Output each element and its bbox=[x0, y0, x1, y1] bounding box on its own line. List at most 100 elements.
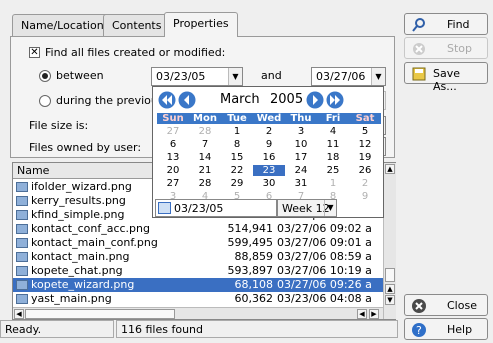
calendar-day[interactable]: 10 bbox=[285, 139, 317, 150]
save-as-button[interactable]: Save As... bbox=[404, 62, 488, 93]
date-field-value: 03/23/05 bbox=[174, 202, 224, 215]
chevron-down-icon[interactable]: ▼ bbox=[228, 68, 242, 85]
day-header: Mon bbox=[189, 113, 221, 124]
table-row[interactable]: kontact_main_conf.png 599,495 03/27/06 09:… bbox=[13, 236, 383, 250]
calendar-month[interactable]: March bbox=[220, 92, 260, 107]
calendar-day[interactable]: 24 bbox=[285, 165, 317, 176]
calendar-day[interactable]: 28 bbox=[189, 126, 221, 137]
next-month-icon[interactable] bbox=[306, 91, 324, 109]
chevron-down-icon[interactable]: ▼ bbox=[324, 200, 336, 216]
date-from-combo[interactable]: 03/23/05 ▼ bbox=[151, 67, 243, 86]
calendar-day[interactable]: 27 bbox=[157, 178, 189, 189]
scroll-left-icon[interactable]: ◀ bbox=[357, 309, 367, 319]
tab-label: Contents bbox=[112, 19, 162, 32]
help-button[interactable]: ? Help bbox=[404, 318, 488, 340]
date-to-value: 03/27/06 bbox=[316, 70, 366, 83]
next-year-icon[interactable] bbox=[326, 91, 344, 109]
calendar-day[interactable]: 8 bbox=[221, 139, 253, 150]
date-field[interactable]: 03/23/05 bbox=[155, 199, 277, 217]
calendar-day[interactable]: 19 bbox=[349, 152, 381, 163]
calendar-day[interactable]: 14 bbox=[189, 152, 221, 163]
between-radio[interactable] bbox=[39, 70, 51, 82]
image-file-icon bbox=[16, 224, 28, 234]
date-to-combo[interactable]: 03/27/06 ▼ bbox=[311, 67, 386, 86]
find-icon bbox=[412, 18, 425, 32]
file-size-label: File size is: bbox=[29, 119, 89, 132]
table-row[interactable]: kontact_main.png 88,859 03/27/06 08:59 a bbox=[13, 250, 383, 264]
calendar-day[interactable]: 1 bbox=[221, 126, 253, 137]
vertical-scrollbar[interactable]: ▲ ▲ ▼ bbox=[383, 163, 396, 319]
calendar-day[interactable]: 2 bbox=[253, 126, 285, 137]
calendar-day[interactable]: 11 bbox=[317, 139, 349, 150]
calendar-day[interactable]: 12 bbox=[349, 139, 381, 150]
table-row[interactable]: kopete_wizard.png 68,108 03/27/06 09:26 a bbox=[13, 278, 383, 292]
calendar-day[interactable]: 2 bbox=[349, 178, 381, 189]
scroll-up-icon[interactable]: ▲ bbox=[385, 164, 395, 174]
calendar-day[interactable]: 13 bbox=[157, 152, 189, 163]
calendar-day[interactable]: 6 bbox=[157, 139, 189, 150]
file-name: kontact_main.png bbox=[31, 250, 130, 263]
file-name: kopete_chat.png bbox=[31, 264, 123, 277]
scroll-down-icon[interactable]: ▼ bbox=[385, 295, 395, 305]
file-date: 03/23/06 04:08 a bbox=[277, 292, 372, 305]
table-row[interactable]: kopete_chat.png 593,897 03/27/06 10:19 a bbox=[13, 264, 383, 278]
save-icon bbox=[412, 67, 426, 81]
file-size: 514,941 bbox=[227, 222, 274, 235]
calendar-year[interactable]: 2005 bbox=[270, 92, 303, 107]
file-name: kerry_results.png bbox=[31, 194, 126, 207]
previous-month-icon[interactable] bbox=[178, 91, 196, 109]
calendar-day[interactable]: 20 bbox=[157, 165, 189, 176]
chevron-down-icon[interactable]: ▼ bbox=[371, 68, 385, 85]
calendar-day[interactable]: 9 bbox=[349, 191, 381, 202]
find-button[interactable]: Find bbox=[404, 13, 488, 35]
calendar-day[interactable]: 7 bbox=[189, 139, 221, 150]
calendar-day[interactable]: 31 bbox=[285, 178, 317, 189]
day-header: Fri bbox=[317, 113, 349, 124]
tab-label: Name/Location bbox=[21, 19, 104, 32]
calendar-day[interactable]: 30 bbox=[253, 178, 285, 189]
week-combo[interactable]: Week 12 ▼ bbox=[277, 199, 337, 217]
tab-name-location[interactable]: Name/Location bbox=[12, 14, 113, 36]
tab-label: Properties bbox=[173, 17, 229, 30]
column-header-name[interactable]: Name bbox=[13, 163, 173, 179]
file-date: 03/27/06 08:59 a bbox=[277, 250, 372, 263]
calendar-day[interactable]: 26 bbox=[349, 165, 381, 176]
image-file-icon bbox=[16, 238, 28, 248]
calendar-icon[interactable] bbox=[158, 202, 171, 214]
scroll-up-icon[interactable]: ▲ bbox=[385, 284, 395, 294]
find-all-checkbox[interactable]: ✕ bbox=[29, 47, 40, 58]
scroll-left-icon[interactable]: ◀ bbox=[14, 309, 24, 319]
calendar-day[interactable]: 17 bbox=[285, 152, 317, 163]
calendar-day[interactable]: 9 bbox=[253, 139, 285, 150]
calendar-day[interactable]: 21 bbox=[189, 165, 221, 176]
file-date: 03/27/06 10:19 a bbox=[277, 264, 372, 277]
file-name: ifolder_wizard.png bbox=[31, 180, 132, 193]
calendar-day[interactable]: 18 bbox=[317, 152, 349, 163]
calendar-day[interactable]: 1 bbox=[317, 178, 349, 189]
scrollbar-thumb[interactable] bbox=[25, 309, 175, 319]
calendar-day[interactable]: 27 bbox=[157, 126, 189, 137]
previous-year-icon[interactable] bbox=[158, 91, 176, 109]
calendar-day[interactable]: 28 bbox=[189, 178, 221, 189]
table-row[interactable]: yast_main.png 60,362 03/23/06 04:08 a bbox=[13, 292, 383, 306]
calendar-day[interactable]: 23 bbox=[253, 165, 285, 176]
horizontal-scrollbar[interactable]: ◀ ◀ ▶ bbox=[13, 307, 383, 319]
calendar-day[interactable]: 22 bbox=[221, 165, 253, 176]
calendar-day[interactable]: 16 bbox=[253, 152, 285, 163]
calendar-day[interactable]: 4 bbox=[317, 126, 349, 137]
calendar-day[interactable]: 5 bbox=[349, 126, 381, 137]
scroll-right-icon[interactable]: ▶ bbox=[369, 309, 379, 319]
date-picker-popup[interactable]: March 2005 Sun Mon Tue Wed Thu Fri Sat 27 28 1 2 3 4… bbox=[152, 86, 384, 218]
table-row[interactable]: kontact_conf_acc.png 514,941 03/27/06 09:0… bbox=[13, 222, 383, 236]
during-radio[interactable] bbox=[39, 95, 51, 107]
calendar-day[interactable]: 15 bbox=[221, 152, 253, 163]
calendar-day[interactable]: 29 bbox=[221, 178, 253, 189]
scrollbar-thumb[interactable] bbox=[385, 268, 395, 282]
close-button[interactable]: Close bbox=[404, 294, 488, 316]
close-label: Close bbox=[447, 299, 477, 312]
tab-properties[interactable]: Properties bbox=[164, 12, 238, 37]
calendar-day[interactable]: 3 bbox=[285, 126, 317, 137]
tab-contents[interactable]: Contents bbox=[103, 14, 171, 36]
calendar-day[interactable]: 25 bbox=[317, 165, 349, 176]
stop-button[interactable]: Stop bbox=[404, 37, 488, 59]
